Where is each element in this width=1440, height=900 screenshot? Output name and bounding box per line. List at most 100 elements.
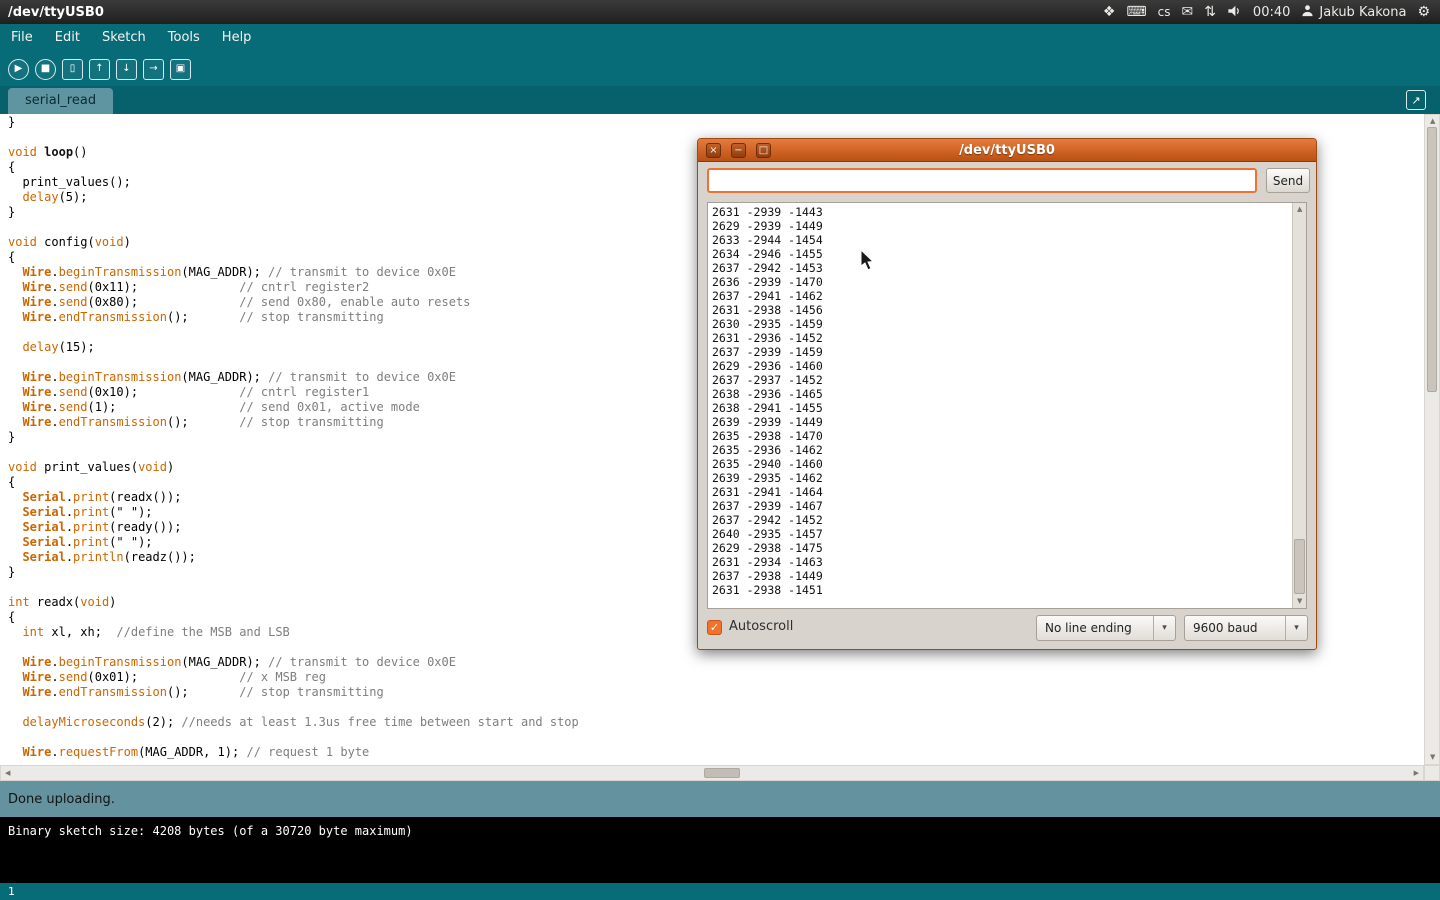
code-line: delayMicroseconds(2); //needs at least 1… bbox=[8, 715, 1424, 730]
editor-hscroll-thumb[interactable] bbox=[704, 768, 740, 778]
serial-monitor-window: /dev/ttyUSB0 × − □ Send 2631 -2939 -1443… bbox=[697, 138, 1317, 650]
status-bar: Done uploading. bbox=[0, 781, 1440, 817]
editor-vscroll-thumb[interactable] bbox=[1427, 127, 1437, 392]
baud-rate-dropdown[interactable]: 9600 baud ▾ bbox=[1184, 615, 1308, 641]
serial-output-line: 2637 -2938 -1449 bbox=[712, 569, 1288, 583]
serial-output-area[interactable]: 2631 -2939 -14432629 -2939 -14492633 -29… bbox=[707, 202, 1307, 609]
serial-output-lines: 2631 -2939 -14432629 -2939 -14492633 -29… bbox=[708, 203, 1292, 608]
serial-output-line: 2635 -2938 -1470 bbox=[712, 429, 1288, 443]
serial-output-line: 2635 -2936 -1462 bbox=[712, 443, 1288, 457]
serial-output-line: 2629 -2939 -1449 bbox=[712, 219, 1288, 233]
code-line: Wire.requestFrom(MAG_ADDR, 1); // reques… bbox=[8, 745, 1424, 760]
serial-monitor-button[interactable]: ▣ bbox=[170, 59, 191, 80]
serial-output-line: 2629 -2938 -1475 bbox=[712, 541, 1288, 555]
code-line bbox=[8, 700, 1424, 715]
scroll-up-icon[interactable]: ▲ bbox=[1297, 206, 1302, 213]
line-ending-value: No line ending bbox=[1045, 616, 1132, 640]
serial-output-line: 2631 -2936 -1452 bbox=[712, 331, 1288, 345]
save-icon: ↓ bbox=[122, 64, 130, 74]
indicator-icon[interactable]: ❖ bbox=[1103, 5, 1116, 19]
editor-line-indicator: 1 bbox=[0, 883, 1440, 900]
send-button[interactable]: Send bbox=[1266, 168, 1310, 193]
network-icon[interactable]: ⇅ bbox=[1204, 5, 1216, 19]
scroll-down-icon[interactable]: ▼ bbox=[1430, 754, 1435, 761]
check-icon: ✓ bbox=[710, 621, 719, 634]
verify-icon: ▶ bbox=[15, 64, 23, 74]
new-sketch-button[interactable]: ▯ bbox=[62, 59, 83, 80]
serial-output-line: 2638 -2936 -1465 bbox=[712, 387, 1288, 401]
window-maximize-button[interactable]: □ bbox=[756, 143, 771, 158]
stop-icon: ■ bbox=[41, 64, 50, 74]
scrollbar-corner bbox=[1424, 765, 1440, 781]
line-number: 1 bbox=[8, 885, 15, 898]
new-sketch-icon: ▯ bbox=[70, 64, 76, 74]
serial-output-line: 2631 -2934 -1463 bbox=[712, 555, 1288, 569]
line-ending-dropdown[interactable]: No line ending ▾ bbox=[1036, 615, 1176, 641]
user-name: Jakub Kakona bbox=[1319, 5, 1406, 20]
verify-button[interactable]: ▶ bbox=[8, 59, 29, 80]
serial-monitor-icon: ▣ bbox=[176, 64, 185, 74]
autoscroll-label: Autoscroll bbox=[729, 619, 793, 634]
stop-button[interactable]: ■ bbox=[35, 59, 56, 80]
code-line: Wire.endTransmission(); // stop transmit… bbox=[8, 685, 1424, 700]
serial-output-line: 2629 -2936 -1460 bbox=[712, 359, 1288, 373]
chevron-down-icon: ▾ bbox=[1285, 616, 1307, 640]
window-minimize-button[interactable]: − bbox=[731, 143, 746, 158]
editor-vertical-scrollbar[interactable]: ▲ ▼ bbox=[1424, 114, 1440, 765]
serial-output-line: 2631 -2939 -1443 bbox=[712, 205, 1288, 219]
panel-clock[interactable]: 00:40 bbox=[1253, 5, 1290, 20]
window-close-button[interactable]: × bbox=[706, 143, 721, 158]
console-text: Binary sketch size: 4208 bytes (of a 307… bbox=[8, 824, 413, 838]
menu-sketch[interactable]: Sketch bbox=[91, 24, 157, 52]
keyboard-layout-label[interactable]: cs bbox=[1158, 5, 1171, 19]
tab-serial-read[interactable]: serial_read bbox=[8, 88, 113, 114]
chevron-down-icon: ▾ bbox=[1153, 616, 1175, 640]
code-line: Wire.send(0x01); // x MSB reg bbox=[8, 670, 1424, 685]
screen: /dev/ttyUSB0 ❖ ⌨ cs ✉ ⇅ 00:40 Jakub Kako… bbox=[0, 0, 1440, 900]
serial-output-line: 2637 -2937 -1452 bbox=[712, 373, 1288, 387]
mail-icon[interactable]: ✉ bbox=[1181, 5, 1193, 19]
user-icon bbox=[1301, 4, 1314, 21]
menu-file[interactable]: File bbox=[0, 24, 44, 52]
scroll-right-icon[interactable]: ▶ bbox=[1414, 770, 1419, 777]
code-line bbox=[8, 730, 1424, 745]
menubar: FileEditSketchToolsHelp bbox=[0, 24, 1440, 52]
serial-output-line: 2637 -2942 -1452 bbox=[712, 513, 1288, 527]
scroll-down-icon[interactable]: ▼ bbox=[1297, 598, 1302, 605]
serial-send-input[interactable] bbox=[707, 168, 1257, 193]
user-menu[interactable]: Jakub Kakona bbox=[1301, 4, 1406, 21]
panel-window-title: /dev/ttyUSB0 bbox=[0, 5, 104, 20]
save-button[interactable]: ↓ bbox=[116, 59, 137, 80]
menu-help[interactable]: Help bbox=[211, 24, 263, 52]
close-icon: × bbox=[709, 145, 717, 156]
serial-output-line: 2631 -2938 -1451 bbox=[712, 583, 1288, 597]
serial-output-scrollbar[interactable]: ▲ ▼ bbox=[1292, 203, 1306, 608]
session-gear-icon[interactable]: ⚙ bbox=[1417, 5, 1430, 19]
baud-rate-value: 9600 baud bbox=[1193, 616, 1258, 640]
menu-edit[interactable]: Edit bbox=[44, 24, 91, 52]
scroll-left-icon[interactable]: ◀ bbox=[5, 770, 10, 777]
volume-icon[interactable] bbox=[1227, 4, 1242, 21]
serial-monitor-titlebar[interactable]: /dev/ttyUSB0 × − □ bbox=[698, 139, 1316, 162]
tab-menu-button[interactable]: ↗ bbox=[1406, 90, 1426, 110]
autoscroll-checkbox[interactable]: ✓ bbox=[707, 620, 722, 635]
serial-monitor-controls: ✓ Autoscroll No line ending ▾ 9600 baud … bbox=[698, 615, 1316, 641]
serial-output-line: 2639 -2939 -1449 bbox=[712, 415, 1288, 429]
upload-button[interactable]: → bbox=[143, 59, 164, 80]
serial-output-line: 2634 -2946 -1455 bbox=[712, 247, 1288, 261]
serial-output-line: 2636 -2939 -1470 bbox=[712, 275, 1288, 289]
serial-output-line: 2637 -2939 -1459 bbox=[712, 345, 1288, 359]
serial-monitor-title: /dev/ttyUSB0 bbox=[698, 139, 1316, 162]
toolbar: ▶ ■ ▯ ↑ ↓ → ▣ bbox=[0, 52, 1440, 86]
open-button[interactable]: ↑ bbox=[89, 59, 110, 80]
editor-horizontal-scrollbar[interactable]: ◀ ▶ bbox=[0, 765, 1424, 781]
scroll-up-icon[interactable]: ▲ bbox=[1430, 118, 1435, 125]
console-output: Binary sketch size: 4208 bytes (of a 307… bbox=[0, 817, 1440, 883]
minimize-icon: − bbox=[734, 145, 742, 156]
keyboard-layout-icon[interactable]: ⌨ bbox=[1126, 5, 1146, 19]
ubuntu-top-panel: /dev/ttyUSB0 ❖ ⌨ cs ✉ ⇅ 00:40 Jakub Kako… bbox=[0, 0, 1440, 24]
menu-tools[interactable]: Tools bbox=[157, 24, 211, 52]
mouse-cursor bbox=[860, 250, 880, 272]
serial-scroll-thumb[interactable] bbox=[1294, 539, 1305, 594]
code-line: } bbox=[8, 115, 1424, 130]
